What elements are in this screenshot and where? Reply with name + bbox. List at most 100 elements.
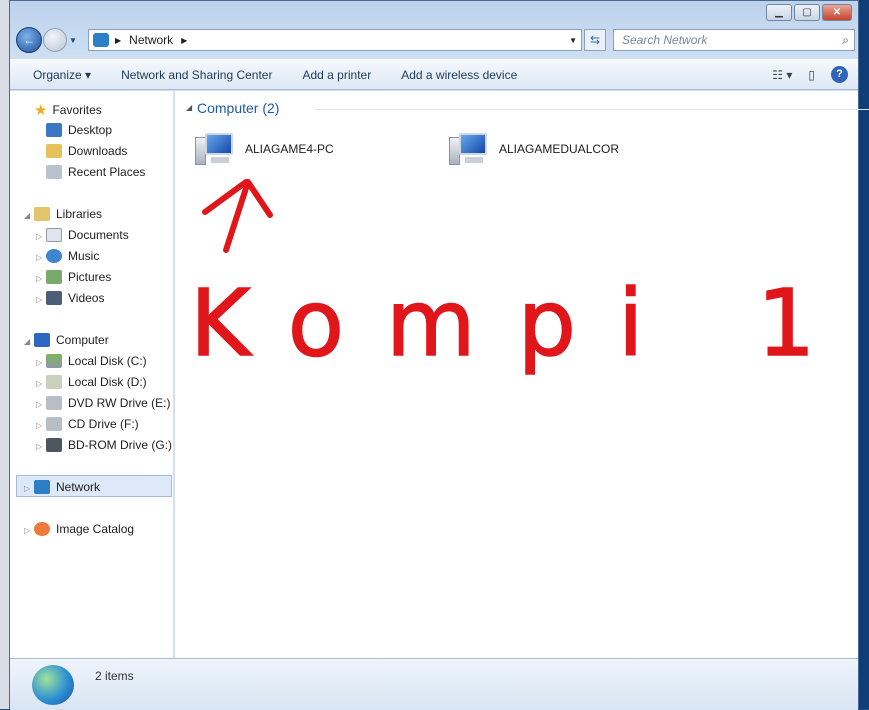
collapse-arrow-icon[interactable]: ◢ bbox=[24, 337, 30, 346]
minimize-button[interactable]: ▁ bbox=[766, 4, 792, 21]
help-icon[interactable]: ? bbox=[831, 66, 848, 83]
desktop-edge bbox=[858, 0, 869, 709]
sidebar-item-desktop[interactable]: Desktop bbox=[46, 123, 112, 137]
sidebar-favorites[interactable]: ★ Favorites bbox=[34, 101, 102, 119]
sidebar-item-videos[interactable]: Videos bbox=[46, 291, 104, 305]
sidebar-label: Recent Places bbox=[68, 165, 146, 179]
pictures-icon bbox=[46, 270, 62, 284]
change-view-icon[interactable]: ☷ ▾ bbox=[772, 68, 792, 82]
computer-icon bbox=[195, 131, 235, 167]
collapse-arrow-icon[interactable]: ◢ bbox=[24, 211, 30, 220]
expand-arrow-icon[interactable]: ▷ bbox=[36, 421, 42, 430]
sidebar-label: Network bbox=[56, 480, 101, 494]
sidebar-item-downloads[interactable]: Downloads bbox=[46, 144, 127, 158]
back-button[interactable]: ← bbox=[16, 27, 42, 53]
star-icon: ★ bbox=[34, 102, 48, 119]
expand-arrow-icon[interactable]: ▷ bbox=[36, 253, 42, 262]
downloads-folder-icon bbox=[46, 144, 62, 158]
close-button[interactable]: ✕ bbox=[822, 4, 852, 21]
expand-arrow-icon[interactable]: ▷ bbox=[24, 526, 30, 535]
expand-arrow-icon[interactable]: ▷ bbox=[36, 358, 42, 367]
explorer-window: ▁ ▢ ✕ ← ▼ ▶ Network ▶ ▼ ⇆ Search Network… bbox=[9, 0, 869, 710]
refresh-button[interactable]: ⇆ bbox=[584, 29, 606, 51]
computer-icon bbox=[449, 131, 489, 167]
search-input[interactable]: Search Network ⌕ bbox=[613, 29, 855, 51]
documents-icon bbox=[46, 228, 62, 242]
caption-buttons: ▁ ▢ ✕ bbox=[766, 4, 852, 21]
recent-pages-chevron-icon[interactable]: ▼ bbox=[69, 36, 77, 45]
breadcrumb-separator-icon[interactable]: ▶ bbox=[115, 36, 121, 45]
sidebar-label: Favorites bbox=[52, 103, 102, 117]
address-dropdown-icon[interactable]: ▼ bbox=[569, 36, 577, 45]
desktop-icon bbox=[46, 123, 62, 137]
sidebar-item-recent-places[interactable]: Recent Places bbox=[46, 165, 145, 179]
sidebar-libraries[interactable]: Libraries bbox=[34, 207, 102, 221]
content-pane: ◢ Computer (2) ALIAGAME4-PC ALIAGAMEDUAL… bbox=[175, 91, 869, 658]
network-computer-item[interactable]: ALIAGAME4-PC bbox=[195, 131, 334, 167]
organize-button[interactable]: Organize ▾ bbox=[10, 68, 106, 82]
sidebar-computer[interactable]: Computer bbox=[34, 333, 109, 347]
group-header-computer[interactable]: ◢ Computer (2) bbox=[186, 100, 869, 116]
sidebar-item-cd-drive[interactable]: CD Drive (F:) bbox=[46, 417, 139, 431]
music-icon bbox=[46, 249, 62, 263]
navigation-pane: ★ Favorites Desktop Downloads Recent Plac… bbox=[10, 91, 184, 658]
network-icon bbox=[93, 33, 109, 47]
sidebar-label: Local Disk (C:) bbox=[68, 354, 147, 368]
group-divider bbox=[315, 109, 869, 110]
address-bar[interactable]: ▶ Network ▶ ▼ bbox=[88, 29, 582, 51]
sidebar-item-bd-rom-drive[interactable]: BD-ROM Drive (G:) N bbox=[46, 438, 184, 452]
expand-arrow-icon[interactable]: ▷ bbox=[36, 442, 42, 451]
optical-drive-icon bbox=[46, 417, 62, 431]
search-icon[interactable]: ⌕ bbox=[842, 30, 849, 50]
sidebar-item-local-disk-d[interactable]: Local Disk (D:) bbox=[46, 375, 147, 389]
bd-drive-icon bbox=[46, 438, 62, 452]
sidebar-item-dvd-drive[interactable]: DVD RW Drive (E:) bbox=[46, 396, 170, 410]
breadcrumb-network[interactable]: Network bbox=[129, 33, 173, 47]
sidebar-label: Computer bbox=[56, 333, 109, 347]
sidebar-item-pictures[interactable]: Pictures bbox=[46, 270, 111, 284]
computer-icon bbox=[34, 333, 50, 347]
system-drive-icon bbox=[46, 354, 62, 368]
sidebar-label: Local Disk (D:) bbox=[68, 375, 147, 389]
forward-button[interactable] bbox=[43, 28, 67, 52]
search-placeholder: Search Network bbox=[622, 33, 708, 47]
sidebar-item-documents[interactable]: Documents bbox=[46, 228, 129, 242]
collapse-group-icon[interactable]: ◢ bbox=[186, 103, 192, 112]
sidebar-label: CD Drive (F:) bbox=[68, 417, 139, 431]
network-sharing-center-button[interactable]: Network and Sharing Center bbox=[106, 68, 287, 82]
computer-name: ALIAGAMEDUALCOR bbox=[499, 142, 620, 156]
item-count: 2 items bbox=[95, 669, 134, 683]
network-icon bbox=[34, 480, 50, 494]
network-computer-item[interactable]: ALIAGAMEDUALCOR bbox=[449, 131, 619, 167]
expand-arrow-icon[interactable]: ▷ bbox=[36, 400, 42, 409]
recent-places-icon bbox=[46, 165, 62, 179]
maximize-button[interactable]: ▢ bbox=[794, 4, 820, 21]
expand-arrow-icon[interactable]: ▷ bbox=[24, 484, 30, 493]
sidebar-network[interactable]: Network bbox=[34, 480, 100, 494]
nav-buttons: ← ▼ bbox=[16, 27, 77, 53]
sidebar-label: Music bbox=[68, 249, 100, 263]
expand-arrow-icon[interactable]: ▷ bbox=[36, 295, 42, 304]
image-catalog-icon bbox=[34, 522, 50, 536]
sidebar-label: Downloads bbox=[68, 144, 128, 158]
sidebar-label: Image Catalog bbox=[56, 522, 135, 536]
add-printer-button[interactable]: Add a printer bbox=[287, 68, 386, 82]
videos-icon bbox=[46, 291, 62, 305]
sidebar-label: Desktop bbox=[68, 123, 113, 137]
sidebar-label: Pictures bbox=[68, 270, 112, 284]
expand-arrow-icon[interactable]: ▷ bbox=[36, 274, 42, 283]
sidebar-image-catalog[interactable]: Image Catalog bbox=[34, 522, 134, 536]
sidebar-label: Documents bbox=[68, 228, 129, 242]
preview-pane-icon[interactable]: ▯ bbox=[808, 68, 815, 82]
optical-drive-icon bbox=[46, 396, 62, 410]
libraries-icon bbox=[34, 207, 50, 221]
expand-arrow-icon[interactable]: ▷ bbox=[36, 232, 42, 241]
add-wireless-device-button[interactable]: Add a wireless device bbox=[386, 68, 532, 82]
sidebar-label: Libraries bbox=[56, 207, 103, 221]
breadcrumb-separator-icon[interactable]: ▶ bbox=[181, 36, 187, 45]
expand-arrow-icon[interactable]: ▷ bbox=[36, 379, 42, 388]
sidebar-label: Videos bbox=[68, 291, 105, 305]
sidebar-item-music[interactable]: Music bbox=[46, 249, 99, 263]
sidebar-item-local-disk-c[interactable]: Local Disk (C:) bbox=[46, 354, 147, 368]
network-globe-icon bbox=[32, 665, 74, 705]
